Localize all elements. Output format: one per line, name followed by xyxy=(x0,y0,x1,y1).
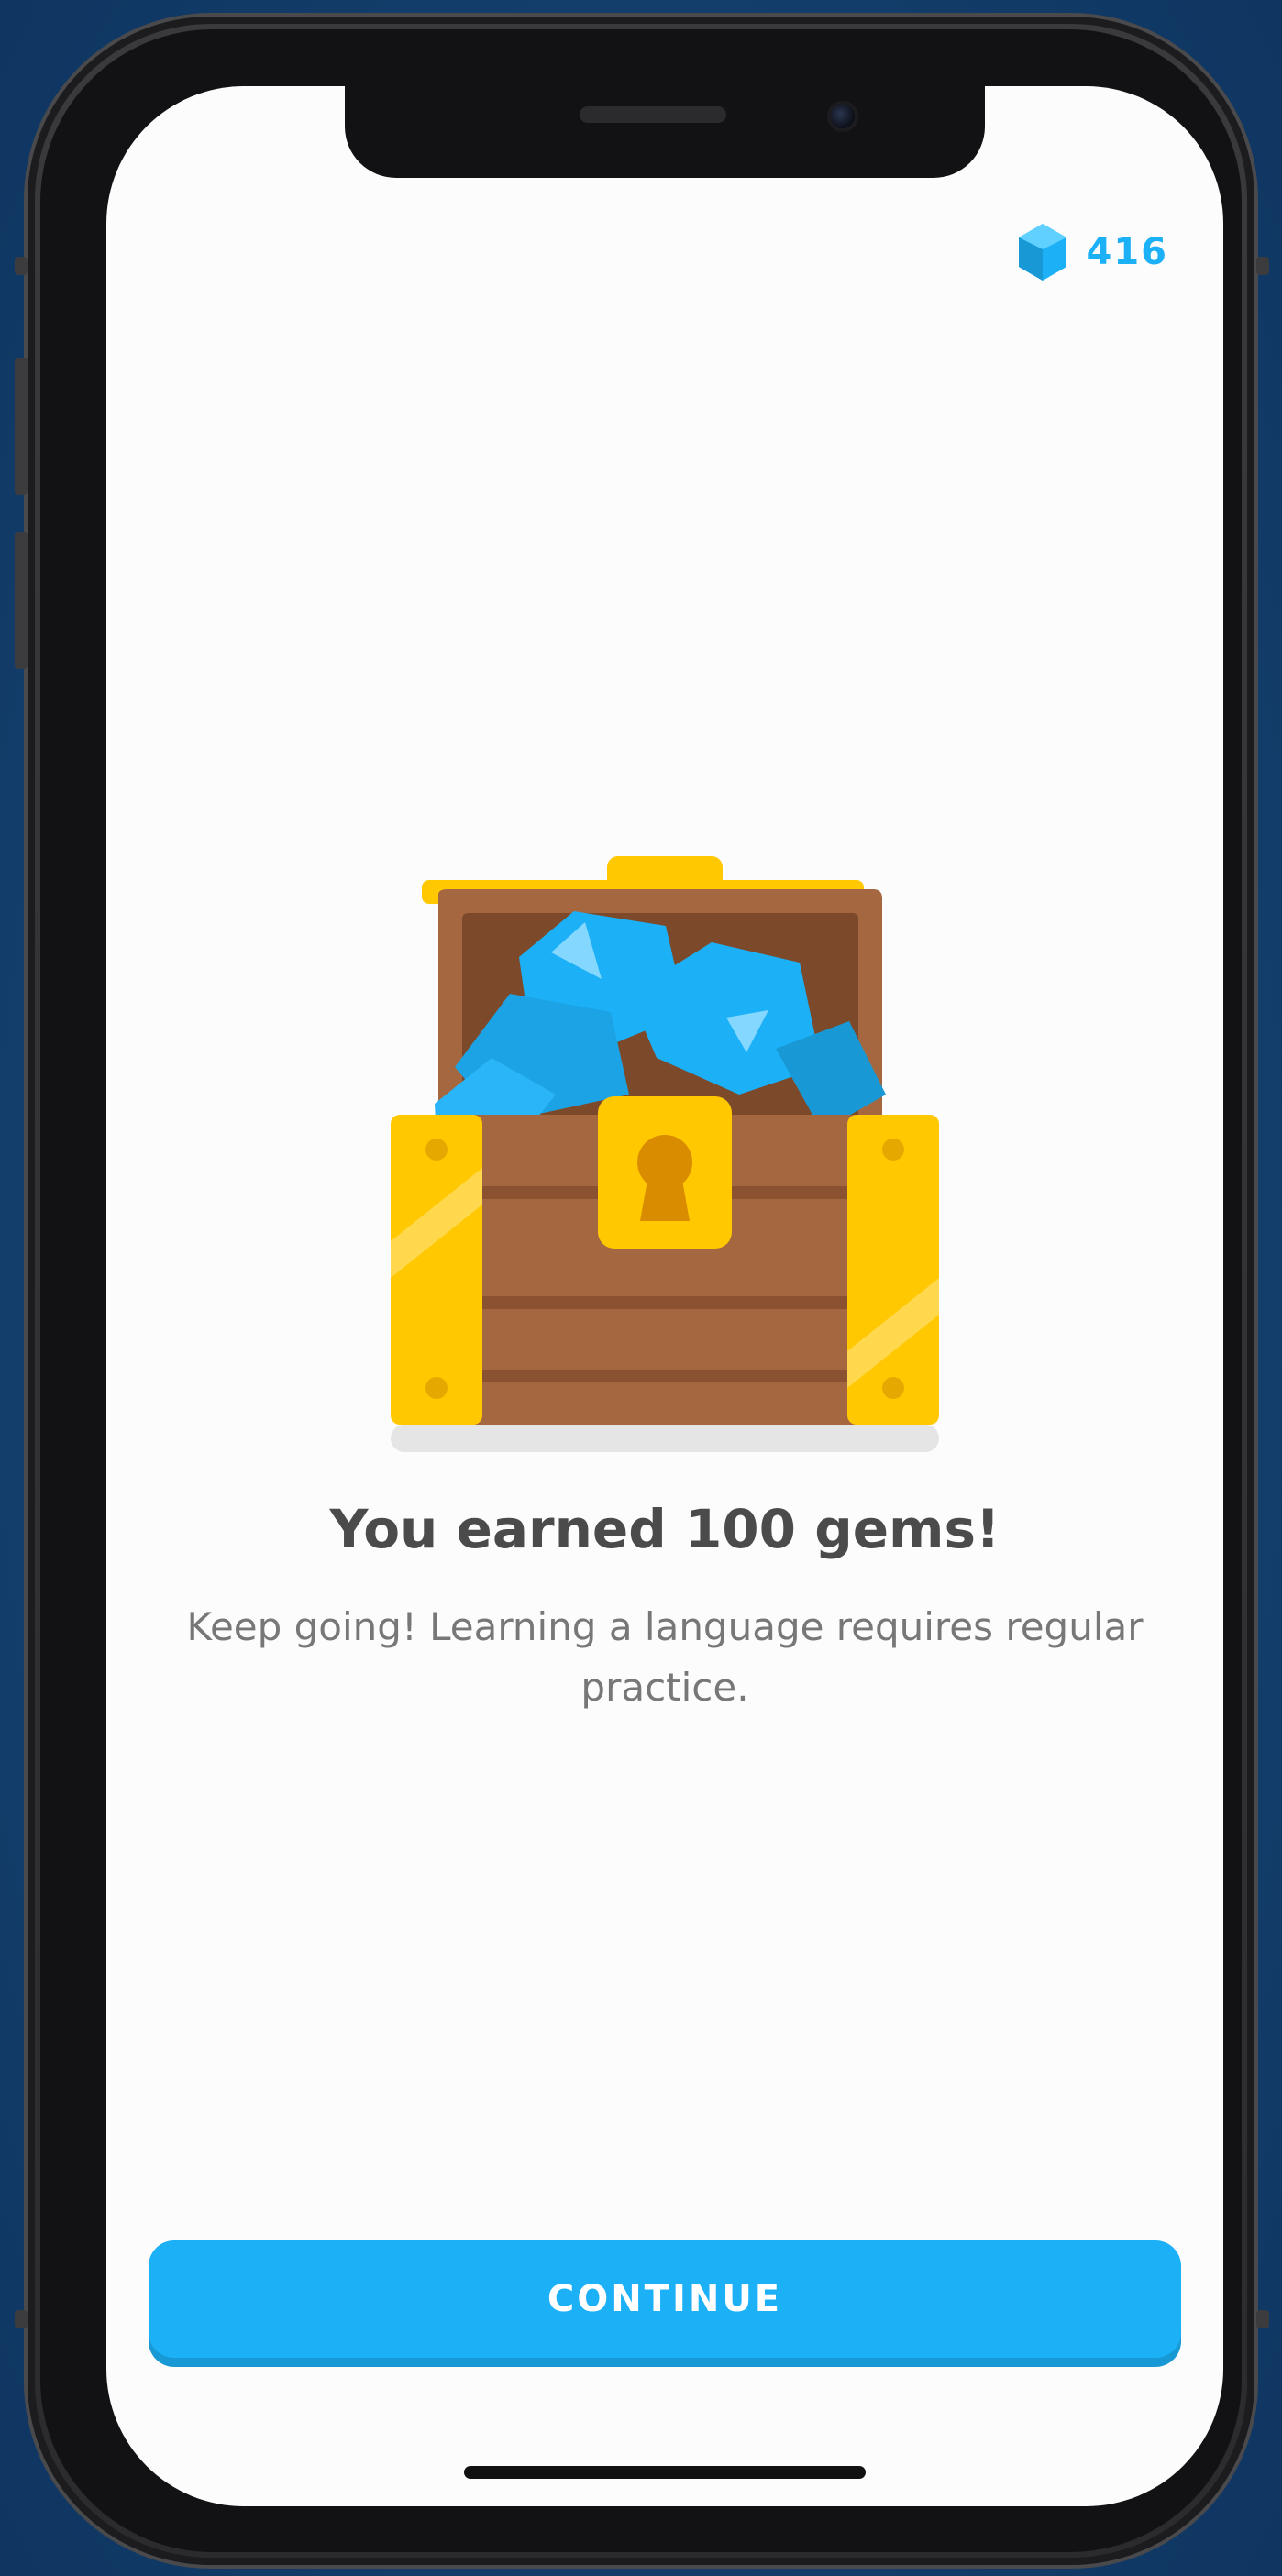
app-screen: 416 You earned 100 gems! Keep going! Lea… xyxy=(106,86,1223,2506)
continue-button-label: CONTINUE xyxy=(547,2278,783,2320)
gem-count: 416 xyxy=(1086,231,1168,273)
side-button-volume-up xyxy=(15,358,28,495)
side-button-power xyxy=(1256,257,1269,275)
side-button-left-lower xyxy=(15,2310,28,2328)
notch xyxy=(345,86,985,178)
side-button-right-lower xyxy=(1256,2310,1269,2328)
gem-counter[interactable]: 416 xyxy=(1017,222,1169,282)
gem-icon xyxy=(1017,222,1068,282)
front-camera xyxy=(827,101,858,132)
reward-message: Keep going! Learning a language requires… xyxy=(186,1604,1144,1710)
home-indicator[interactable] xyxy=(464,2466,866,2479)
earpiece-speaker xyxy=(580,106,726,123)
side-button-volume-down xyxy=(15,532,28,669)
treasure-chest-illustration xyxy=(391,856,939,1461)
continue-button[interactable]: CONTINUE xyxy=(149,2240,1181,2358)
side-button-silent xyxy=(15,257,28,275)
reward-title: You earned 100 gems! xyxy=(329,1498,1000,1560)
